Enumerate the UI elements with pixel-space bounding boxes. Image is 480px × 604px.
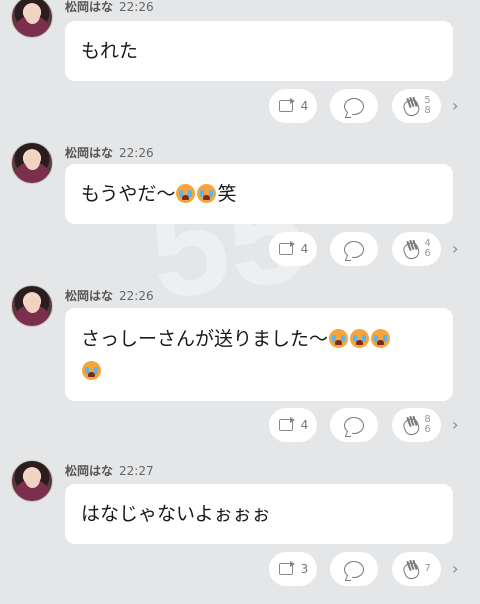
- message-suffix: 笑: [217, 183, 237, 205]
- message-bubble: はなじゃないよぉぉぉ: [65, 484, 453, 544]
- retweet-icon: [278, 561, 295, 576]
- crying-face-emoji: [82, 360, 101, 380]
- clap-icon: [402, 416, 420, 434]
- sender-name: 松岡はな: [65, 289, 114, 303]
- message-bubble: さっしーさんが送りました〜: [65, 308, 453, 401]
- message-bubble: もれた: [65, 21, 453, 81]
- sender-name: 松岡はな: [65, 0, 114, 14]
- clap-button[interactable]: 7: [392, 552, 441, 586]
- crying-face-emoji: [176, 184, 196, 203]
- post-meta: 松岡はな 22:27: [65, 462, 154, 479]
- chevron-right-icon[interactable]: ›: [452, 98, 464, 114]
- clap-count: 58: [424, 95, 431, 116]
- retweet-count: 3: [300, 562, 309, 576]
- clap-count: 86: [424, 414, 431, 435]
- retweet-button[interactable]: 4: [269, 232, 317, 266]
- clap-button[interactable]: 86: [392, 408, 441, 442]
- retweet-button[interactable]: 4: [269, 408, 317, 442]
- crying-face-emoji: [371, 328, 391, 348]
- clap-button[interactable]: 46: [392, 232, 441, 266]
- retweet-button[interactable]: 3: [269, 552, 317, 586]
- retweet-count: 4: [300, 242, 309, 256]
- avatar[interactable]: [11, 460, 53, 502]
- retweet-count: 4: [300, 418, 309, 432]
- comment-button[interactable]: [330, 408, 378, 442]
- clap-button[interactable]: 58: [392, 89, 441, 123]
- post-time: 22:26: [119, 0, 154, 14]
- clap-count: 46: [424, 238, 431, 259]
- post-meta: 松岡はな 22:26: [65, 0, 154, 15]
- comment-icon: [344, 240, 364, 258]
- sender-name: 松岡はな: [65, 464, 114, 478]
- retweet-icon: [278, 241, 295, 256]
- chevron-right-icon[interactable]: ›: [452, 561, 464, 577]
- post-time: 22:27: [119, 464, 154, 478]
- post-actions: 4 58 ›: [0, 89, 480, 123]
- message-feed[interactable]: 松岡はな 22:26 もれた 4 58 › 松岡はな 22:26 もうやだ〜 笑…: [0, 0, 480, 604]
- post-time: 22:26: [119, 289, 154, 303]
- crying-face-emoji: [329, 328, 349, 348]
- message-bubble: もうやだ〜 笑: [65, 164, 453, 224]
- post-actions: 3 7 ›: [0, 552, 480, 586]
- clap-icon: [402, 97, 420, 115]
- comment-button[interactable]: [330, 89, 378, 123]
- retweet-icon: [278, 417, 295, 432]
- crying-face-emoji: [350, 328, 370, 348]
- message-text: もうやだ〜: [81, 183, 176, 205]
- message-text: さっしーさんが送りました〜: [81, 327, 329, 350]
- chevron-right-icon[interactable]: ›: [452, 417, 464, 433]
- chevron-right-icon[interactable]: ›: [452, 241, 464, 257]
- message-text: はなじゃないよぉぉぉ: [81, 503, 271, 525]
- post-meta: 松岡はな 22:26: [65, 144, 154, 161]
- comment-icon: [344, 560, 364, 578]
- clap-icon: [402, 240, 420, 258]
- avatar[interactable]: [11, 0, 53, 38]
- avatar[interactable]: [11, 142, 53, 184]
- sender-name: 松岡はな: [65, 146, 114, 160]
- message-text: もれた: [81, 40, 139, 62]
- comment-icon: [344, 416, 364, 434]
- avatar[interactable]: [11, 285, 53, 327]
- retweet-button[interactable]: 4: [269, 89, 317, 123]
- post-time: 22:26: [119, 146, 154, 160]
- comment-button[interactable]: [330, 232, 378, 266]
- retweet-icon: [278, 98, 295, 113]
- post-meta: 松岡はな 22:26: [65, 287, 154, 304]
- comment-icon: [344, 97, 364, 115]
- retweet-count: 4: [300, 99, 309, 113]
- post-actions: 4 46 ›: [0, 232, 480, 266]
- comment-button[interactable]: [330, 552, 378, 586]
- clap-count: 7: [424, 563, 431, 574]
- crying-face-emoji: [197, 184, 217, 203]
- post-actions: 4 86 ›: [0, 408, 480, 442]
- clap-icon: [402, 560, 420, 578]
